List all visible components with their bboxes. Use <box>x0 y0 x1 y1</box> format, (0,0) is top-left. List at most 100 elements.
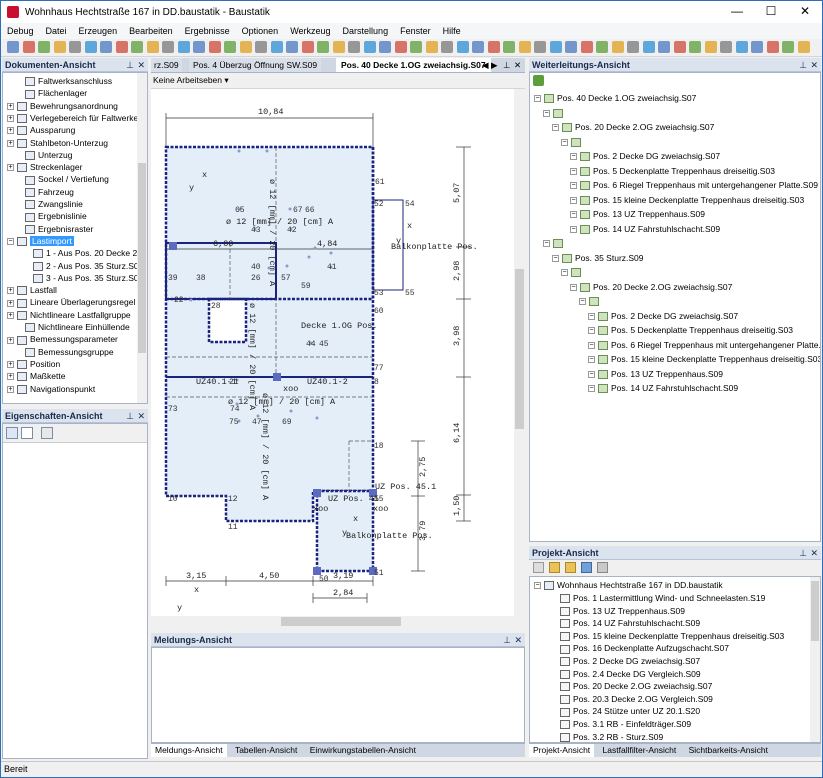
expand-icon[interactable]: − <box>588 341 595 349</box>
project-item[interactable]: Pos. 1 Lastermittlung Wind- und Schneela… <box>560 592 765 604</box>
sort-categorized-icon[interactable] <box>6 427 18 439</box>
forwarding-item[interactable]: − <box>543 237 566 249</box>
toolbar-button[interactable] <box>270 41 283 53</box>
toolbar-button[interactable] <box>642 41 655 53</box>
tree-item[interactable]: + Bemessungsparameter <box>7 333 118 345</box>
tree-item[interactable]: Ergebnislinie <box>15 210 87 222</box>
expand-icon[interactable]: + <box>7 311 14 319</box>
forwarding-item[interactable]: − Pos. 20 Decke 2.OG zweiachsig.S07 <box>570 281 732 293</box>
property-pages-icon[interactable] <box>41 427 53 439</box>
menu-erzeugen[interactable]: Erzeugen <box>73 26 124 36</box>
pin-icon[interactable]: ⊥ <box>126 58 134 72</box>
expand-icon[interactable]: + <box>7 102 14 110</box>
tree-item[interactable]: + Lineare Überlagerungsregel <box>7 296 135 308</box>
toolbar-button[interactable] <box>193 41 205 53</box>
expand-icon[interactable]: + <box>7 139 14 147</box>
expand-icon[interactable]: + <box>7 164 14 172</box>
expand-icon[interactable]: − <box>552 254 559 262</box>
menu-hilfe[interactable]: Hilfe <box>437 26 467 36</box>
project-scrollbar[interactable] <box>810 577 820 742</box>
expand-icon[interactable]: − <box>570 211 577 219</box>
toolbar-button[interactable] <box>472 41 484 53</box>
toolbar-button[interactable] <box>534 41 546 53</box>
expand-icon[interactable]: − <box>561 138 568 146</box>
pin-icon[interactable]: ⊥ <box>503 633 511 647</box>
expand-icon[interactable]: + <box>7 373 14 381</box>
close-icon[interactable]: ✕ <box>514 633 522 647</box>
expand-icon[interactable]: − <box>561 269 568 277</box>
forwarding-item[interactable]: − Pos. 13 UZ Treppenhaus.S09 <box>570 208 705 220</box>
forwarding-item[interactable]: − <box>543 107 566 119</box>
toolbar-button[interactable] <box>720 41 732 53</box>
expand-icon[interactable]: + <box>7 287 14 295</box>
close-icon[interactable]: ✕ <box>810 546 818 560</box>
menu-optionen[interactable]: Optionen <box>236 26 285 36</box>
canvas-horizontal-scrollbar[interactable] <box>151 616 514 627</box>
toolbar-button[interactable] <box>100 41 112 53</box>
tab-scroll-left-icon[interactable]: ◀ <box>482 58 489 72</box>
work-plane-dropdown[interactable]: Keine Arbeitseben ▾ <box>153 75 229 86</box>
toolbar-button[interactable] <box>131 41 143 53</box>
toolbar-button[interactable] <box>7 41 19 53</box>
project-item[interactable]: Pos. 20 Decke 2.OG zweiachsig.S07 <box>560 680 712 692</box>
menu-datei[interactable]: Datei <box>40 26 73 36</box>
tab-tabellen-ansicht[interactable]: Tabellen-Ansicht <box>231 744 301 757</box>
pin-icon[interactable]: ⊥ <box>503 58 510 72</box>
tree-item[interactable]: + Verlegebereich für Faltwerke <box>7 112 138 124</box>
tree-item[interactable]: Faltwerksanschluss <box>15 75 112 87</box>
toolbar-button[interactable] <box>704 41 717 53</box>
forwarding-item[interactable]: − <box>561 266 584 278</box>
toolbar-button[interactable] <box>115 41 128 53</box>
open-icon[interactable] <box>565 562 576 573</box>
expand-icon[interactable]: − <box>552 124 559 132</box>
toolbar-button[interactable] <box>332 41 345 53</box>
tree-item[interactable]: + Lastfall <box>7 284 57 296</box>
toolbar-button[interactable] <box>286 41 298 53</box>
expand-icon[interactable]: − <box>570 182 577 190</box>
close-icon[interactable]: ✕ <box>137 58 145 72</box>
tree-item[interactable]: 3 - Aus Pos. 35 Sturz.S09 <box>23 272 143 284</box>
expand-icon[interactable]: + <box>7 361 14 369</box>
tree-item[interactable]: Flächenlager <box>15 87 87 99</box>
tree-item[interactable]: Unterzug <box>15 149 73 161</box>
forwarding-item[interactable]: − Pos. 15 kleine Deckenplatte Treppenhaus… <box>588 353 820 365</box>
toolbar-button[interactable] <box>208 41 221 53</box>
expand-icon[interactable]: − <box>588 370 595 378</box>
toolbar-button[interactable] <box>317 41 329 53</box>
toolbar-button[interactable] <box>239 41 252 53</box>
close-icon[interactable]: ✕ <box>137 409 145 423</box>
project-item[interactable]: Pos. 3.1 RB - Einfeldträger.S09 <box>560 718 691 730</box>
close-button[interactable]: ✕ <box>788 1 822 23</box>
tree-item[interactable]: Sockel / Vertiefung <box>15 173 109 185</box>
expand-icon[interactable]: − <box>543 109 550 117</box>
expand-icon[interactable]: − <box>579 298 586 306</box>
forwarding-item[interactable]: − <box>579 295 602 307</box>
forwarding-item[interactable]: − Pos. 6 Riegel Treppenhaus mit untergeha… <box>570 179 818 191</box>
close-icon[interactable]: ✕ <box>810 58 818 72</box>
menu-fenster[interactable]: Fenster <box>394 26 437 36</box>
toolbar-button[interactable] <box>146 41 159 53</box>
expand-icon[interactable]: − <box>570 283 577 291</box>
documents-scrollbar[interactable] <box>137 73 147 403</box>
tab-rz[interactable]: rz.S09 <box>151 58 182 72</box>
expand-icon[interactable]: − <box>534 582 541 590</box>
pin-icon[interactable]: ⊥ <box>799 58 807 72</box>
tree-item[interactable]: 1 - Aus Pos. 20 Decke 2.O <box>23 247 146 259</box>
toolbar-button[interactable] <box>689 41 701 53</box>
forwarding-item[interactable]: − Pos. 15 kleine Deckenplatte Treppenhaus… <box>570 194 804 206</box>
tree-item[interactable]: Nichtlineare Einhüllende <box>15 321 130 333</box>
toolbar-button[interactable] <box>627 41 639 53</box>
expand-icon[interactable]: − <box>570 153 577 161</box>
forwarding-item[interactable]: − <box>561 136 584 148</box>
scrollbar-thumb[interactable] <box>138 163 146 353</box>
minimize-button[interactable]: — <box>720 1 754 23</box>
scrollbar-thumb[interactable] <box>811 581 819 641</box>
tab-pos40[interactable]: Pos. 40 Decke 1.OG zweiachsig.S07 <box>336 58 491 72</box>
tree-item[interactable]: + Position <box>7 358 60 370</box>
expand-icon[interactable]: − <box>588 356 595 364</box>
toolbar-button[interactable] <box>751 41 763 53</box>
forwarding-item[interactable]: − Pos. 14 UZ Fahrstuhlschacht.S09 <box>588 382 738 394</box>
project-item[interactable]: Pos. 3.2 RB - Sturz.S09 <box>560 731 663 742</box>
refresh-icon[interactable] <box>533 75 544 86</box>
tab-scroll-right-icon[interactable]: ▶ <box>491 58 498 72</box>
